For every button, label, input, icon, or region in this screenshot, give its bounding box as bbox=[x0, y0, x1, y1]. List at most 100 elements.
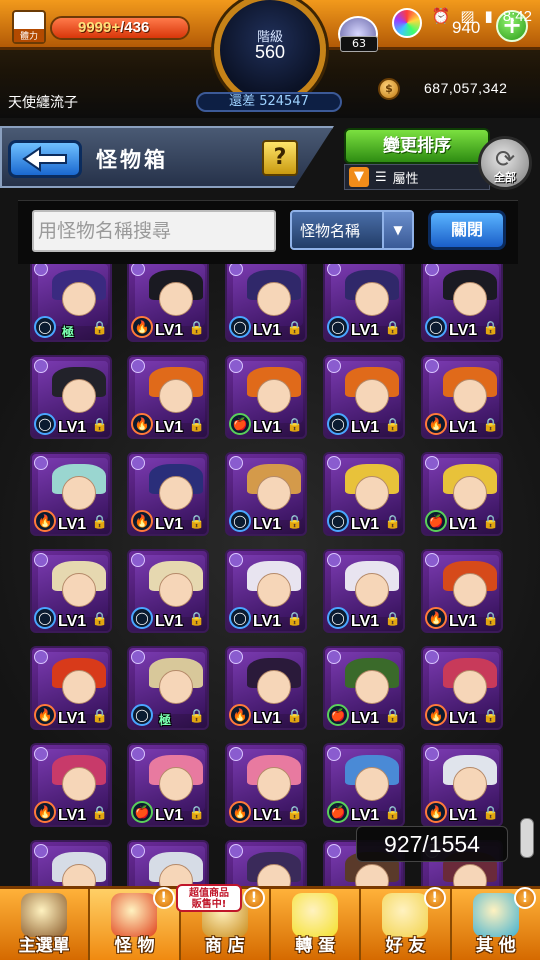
monster-card[interactable]: ◯ LV1 🔒 bbox=[225, 264, 307, 342]
player-name: 天使纏流子 bbox=[8, 95, 78, 111]
monster-card[interactable]: 🔥 LV1 🔒 bbox=[30, 646, 112, 730]
box-counter: 927/1554 bbox=[356, 826, 508, 862]
wood-element-icon: 🍎 bbox=[229, 413, 251, 435]
nav-label: 主選單 bbox=[18, 936, 70, 956]
gem-icon bbox=[34, 456, 48, 470]
monster-card[interactable]: 🍎 LV1 🔒 bbox=[225, 355, 307, 439]
nav-item-0[interactable]: 主選單 bbox=[0, 889, 91, 960]
monster-card[interactable]: ◯ LV1 🔒 bbox=[323, 264, 405, 342]
stamina-icon: 體力 bbox=[12, 10, 46, 44]
alert-badge-icon: ! bbox=[423, 887, 446, 909]
monster-card[interactable]: 🔥 LV1 🔒 bbox=[421, 743, 503, 827]
change-sort-button[interactable]: 變更排序 bbox=[344, 128, 490, 164]
monster-card[interactable]: 🔥 LV1 🔒 bbox=[127, 355, 209, 439]
gem-icon bbox=[229, 650, 243, 664]
lock-icon: 🔒 bbox=[91, 806, 108, 821]
monster-card[interactable]: ◯ LV1 🔒 bbox=[30, 355, 112, 439]
lock-icon: 🔒 bbox=[286, 418, 303, 433]
monster-card[interactable]: 🔥 LV1 🔒 bbox=[225, 646, 307, 730]
fire-element-icon: 🔥 bbox=[34, 801, 56, 823]
monster-card[interactable]: ◯ LV1 🔒 bbox=[323, 452, 405, 536]
lock-icon: 🔒 bbox=[482, 321, 499, 336]
water-element-icon: ◯ bbox=[327, 607, 349, 629]
lock-icon: 🔒 bbox=[188, 321, 205, 336]
monster-card[interactable]: ◯ LV1 🔒 bbox=[30, 549, 112, 633]
gem-icon bbox=[425, 650, 439, 664]
monster-card[interactable]: 🔥 LV1 🔒 bbox=[225, 743, 307, 827]
monster-card[interactable]: 🔥 LV1 🔒 bbox=[421, 549, 503, 633]
monster-card[interactable]: ◯ 極 🔒 bbox=[127, 646, 209, 730]
gem-icon bbox=[327, 844, 341, 858]
nav-item-4[interactable]: 好 友! bbox=[361, 887, 452, 960]
fire-element-icon: 🔥 bbox=[131, 510, 153, 532]
nav-label: 好 友 bbox=[385, 936, 426, 956]
gem-icon bbox=[34, 359, 48, 373]
monster-card[interactable]: ◯ LV1 🔒 bbox=[323, 355, 405, 439]
monster-card[interactable]: 🔥 LV1 🔒 bbox=[421, 646, 503, 730]
lock-icon: 🔒 bbox=[188, 806, 205, 821]
clock: 8:42 bbox=[502, 7, 532, 25]
monster-card[interactable]: ◯ LV1 🔒 bbox=[127, 549, 209, 633]
lock-icon: 🔒 bbox=[384, 418, 401, 433]
nav-item-3[interactable]: 轉 蛋 bbox=[271, 889, 362, 960]
scrollbar-thumb[interactable] bbox=[520, 818, 534, 858]
monster-card[interactable]: 🔥 LV1 🔒 bbox=[127, 264, 209, 342]
monster-level: LV1 bbox=[449, 419, 478, 436]
monster-grid: ◯ 極 🔒 🔥 LV1 🔒 ◯ LV1 🔒 ◯ LV1 🔒 ◯ LV1 🔒 ◯ LV1 🔒 🔥 LV1 🔒 🍎 LV1 🔒 ◯ L… bbox=[0, 264, 540, 888]
monster-card[interactable]: ◯ 極 🔒 bbox=[30, 264, 112, 342]
monster-level: LV1 bbox=[253, 613, 282, 630]
page-title: 怪物箱 bbox=[96, 148, 168, 172]
gem-icon bbox=[229, 359, 243, 373]
monster-card[interactable]: ◯ LV1 🔒 bbox=[225, 549, 307, 633]
back-button[interactable] bbox=[8, 140, 82, 178]
all-label: 全部 bbox=[494, 171, 516, 184]
monster-card[interactable]: 🔥 LV1 🔒 bbox=[30, 452, 112, 536]
monster-card[interactable]: ◯ LV1 🔒 bbox=[225, 452, 307, 536]
monster-level: LV1 bbox=[253, 322, 282, 339]
lock-icon: 🔒 bbox=[91, 612, 108, 627]
gem-icon bbox=[34, 553, 48, 567]
monster-card[interactable]: 🔥 LV1 🔒 bbox=[127, 452, 209, 536]
lock-icon: 🔒 bbox=[286, 806, 303, 821]
help-button[interactable]: ? bbox=[262, 140, 298, 176]
refresh-all-button[interactable]: ⟳ 全部 bbox=[478, 136, 532, 190]
monster-search-input[interactable] bbox=[32, 210, 276, 252]
monster-level: LV1 bbox=[449, 322, 478, 339]
monster-card[interactable]: 🔥 LV1 🔒 bbox=[421, 355, 503, 439]
monster-card[interactable]: ◯🔒 bbox=[225, 840, 307, 888]
close-search-button[interactable]: 關閉 bbox=[428, 210, 506, 250]
nav-item-1[interactable]: 怪 物! bbox=[90, 887, 181, 960]
gem-icon bbox=[131, 650, 145, 664]
gem-icon bbox=[327, 359, 341, 373]
lock-icon: 🔒 bbox=[286, 709, 303, 724]
monster-card[interactable]: 🍎 LV1 🔒 bbox=[323, 743, 405, 827]
gold-coin-icon: $ bbox=[378, 78, 400, 100]
gem-icon bbox=[425, 359, 439, 373]
fire-element-icon: 🔥 bbox=[34, 704, 56, 726]
wood-element-icon: 🍎 bbox=[327, 704, 349, 726]
bottom-nav: 主選單怪 物! 商 店! 轉 蛋好 友! 其 他! bbox=[0, 886, 540, 960]
lock-icon: 🔒 bbox=[91, 418, 108, 433]
monster-card[interactable]: 🍎 LV1 🔒 bbox=[127, 743, 209, 827]
monster-level: LV1 bbox=[58, 516, 87, 533]
gem-icon bbox=[425, 456, 439, 470]
monster-card[interactable]: 🔥🔒 bbox=[127, 840, 209, 888]
search-type-value: 怪物名稱 bbox=[300, 221, 361, 240]
gem-icon bbox=[131, 844, 145, 858]
nav-item-5[interactable]: 其 他! bbox=[452, 887, 540, 960]
search-type-select[interactable]: 怪物名稱 ▼ bbox=[290, 210, 414, 250]
monster-portrait bbox=[38, 846, 108, 888]
gem-icon bbox=[131, 359, 145, 373]
monster-card[interactable]: ◯ LV1 🔒 bbox=[323, 549, 405, 633]
lock-icon: 🔒 bbox=[286, 612, 303, 627]
lock-icon: 🔒 bbox=[384, 709, 401, 724]
monster-card[interactable]: ◯ LV1 🔒 bbox=[421, 264, 503, 342]
monster-card[interactable]: 🍎 LV1 🔒 bbox=[323, 646, 405, 730]
monster-card[interactable]: 🔥🔒 bbox=[30, 840, 112, 888]
monster-card[interactable]: 🍎 LV1 🔒 bbox=[421, 452, 503, 536]
monster-level: LV1 bbox=[155, 419, 184, 436]
monster-card[interactable]: 🔥 LV1 🔒 bbox=[30, 743, 112, 827]
gem-icon bbox=[131, 456, 145, 470]
filter-attribute[interactable]: ▼ ☰ 屬性 bbox=[344, 164, 490, 190]
lock-icon: 🔒 bbox=[286, 321, 303, 336]
